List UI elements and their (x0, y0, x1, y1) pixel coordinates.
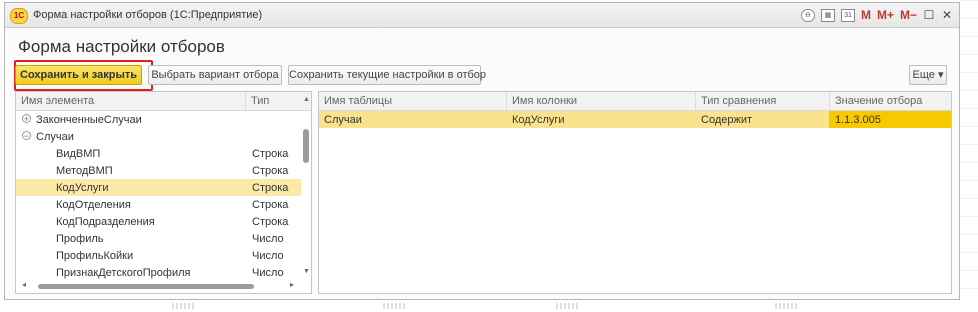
elements-table-header: Имя элемента Тип (16, 92, 311, 111)
tree-row[interactable]: − Случаи (16, 128, 311, 145)
window-title: Форма настройки отборов (1С:Предприятие) (33, 9, 263, 21)
tree-row-name: КодУслуги (56, 182, 109, 194)
tree-row[interactable]: ПрофильКойки Число (16, 247, 311, 264)
1c-logo-icon: 1С (10, 8, 28, 24)
background-text-fragment (383, 303, 407, 309)
tree-row-type: Строка (252, 199, 289, 211)
titlebar-controls: ⊖ ▦ 31 M M+ M− ☐ ✕ (800, 6, 953, 24)
collapse-icon[interactable]: − (22, 131, 31, 141)
filter-settings-window: 1С Форма настройки отборов (1С:Предприят… (4, 2, 960, 300)
calculator-icon[interactable]: ▦ (820, 8, 835, 22)
expand-icon[interactable]: + (22, 114, 31, 124)
tree-row[interactable]: Профиль Число (16, 230, 311, 247)
save-current-settings-button[interactable]: Сохранить текущие настройки в отбор (288, 65, 486, 85)
scroll-right-icon[interactable]: ▸ (290, 280, 294, 289)
scroll-up-icon[interactable]: ▲ (302, 96, 311, 103)
tree-row-type: Число (252, 250, 284, 262)
scroll-left-icon[interactable]: ◂ (22, 280, 26, 289)
vertical-scrollbar[interactable]: ▲ ▼ (302, 96, 311, 275)
column-header-filter-value[interactable]: Значение отбора (835, 95, 922, 107)
tree-row-type: Строка (252, 165, 289, 177)
column-header-element-name[interactable]: Имя элемента (21, 95, 94, 107)
tree-row-type: Число (252, 267, 284, 279)
tree-row-selected[interactable]: КодУслуги Строка (16, 179, 301, 196)
window-titlebar: 1С Форма настройки отборов (1С:Предприят… (5, 3, 959, 28)
background-spreadsheet-grid (960, 0, 978, 312)
filter-table-name: Случаи (324, 114, 362, 126)
background-spreadsheet-strip (0, 303, 978, 312)
tree-row[interactable]: КодОтделения Строка (16, 196, 311, 213)
tree-row[interactable]: МетодВМП Строка (16, 162, 311, 179)
tree-row[interactable]: ПризнакДетскогоПрофиля Число (16, 264, 311, 281)
filters-table[interactable]: Имя таблицы Имя колонки Тип сравнения Зн… (318, 91, 952, 294)
save-and-close-button[interactable]: Сохранить и закрыть (15, 65, 142, 85)
filter-column-name: КодУслуги (512, 114, 565, 126)
column-header-comparison-type[interactable]: Тип сравнения (701, 95, 776, 107)
tree-row-type: Строка (252, 148, 289, 160)
page-title: Форма настройки отборов (18, 37, 225, 56)
more-menu-button[interactable]: Еще ▾ (909, 65, 947, 85)
filter-value[interactable]: 1.1.3.005 (835, 114, 881, 126)
tree-row[interactable]: + ЗаконченныеСлучаи (16, 111, 311, 128)
tree-row-name: ЗаконченныеСлучаи (36, 114, 142, 126)
tree-row[interactable]: КодПодразделения Строка (16, 213, 311, 230)
background-text-fragment (775, 303, 799, 309)
tree-row-name: ПрофильКойки (56, 250, 134, 262)
tree-row-name: КодОтделения (56, 199, 131, 211)
calendar-icon[interactable]: 31 (840, 8, 855, 22)
memory-m-button[interactable]: M (861, 8, 871, 22)
column-header-column-name[interactable]: Имя колонки (512, 95, 577, 107)
tree-row-name: МетодВМП (56, 165, 113, 177)
scroll-down-icon[interactable]: ▼ (302, 268, 311, 275)
maximize-icon[interactable]: ☐ (923, 8, 935, 22)
horizontal-scrollbar[interactable]: ◂ ▸ (18, 280, 301, 291)
tree-row-type: Строка (252, 216, 289, 228)
tree-row-name: Случаи (36, 131, 74, 143)
background-text-fragment (556, 303, 580, 309)
tree-row-name: ВидВМП (56, 148, 101, 160)
tree-row-name: ПризнакДетскогоПрофиля (56, 267, 191, 279)
filters-table-header: Имя таблицы Имя колонки Тип сравнения Зн… (319, 92, 951, 111)
horizontal-scroll-thumb[interactable] (38, 284, 254, 289)
tree-row[interactable]: ВидВМП Строка (16, 145, 311, 162)
tree-row-name: КодПодразделения (56, 216, 155, 228)
column-header-table-name[interactable]: Имя таблицы (324, 95, 392, 107)
memory-minus-button[interactable]: M− (900, 8, 917, 22)
column-header-type[interactable]: Тип (251, 95, 269, 107)
link-icon[interactable]: ⊖ (800, 8, 815, 22)
memory-plus-button[interactable]: M+ (877, 8, 894, 22)
tree-row-type: Число (252, 233, 284, 245)
background-text-fragment (172, 303, 196, 309)
vertical-scroll-thumb[interactable] (303, 129, 309, 163)
filter-comparison: Содержит (701, 114, 753, 126)
close-icon[interactable]: ✕ (941, 8, 953, 22)
choose-filter-variant-button[interactable]: Выбрать вариант отбора (148, 65, 282, 85)
tree-row-type: Строка (252, 182, 289, 194)
tree-row-name: Профиль (56, 233, 104, 245)
elements-table[interactable]: Имя элемента Тип + ЗаконченныеСлучаи − С… (15, 91, 312, 294)
filter-row[interactable]: Случаи КодУслуги Содержит 1.1.3.005 (319, 111, 951, 128)
